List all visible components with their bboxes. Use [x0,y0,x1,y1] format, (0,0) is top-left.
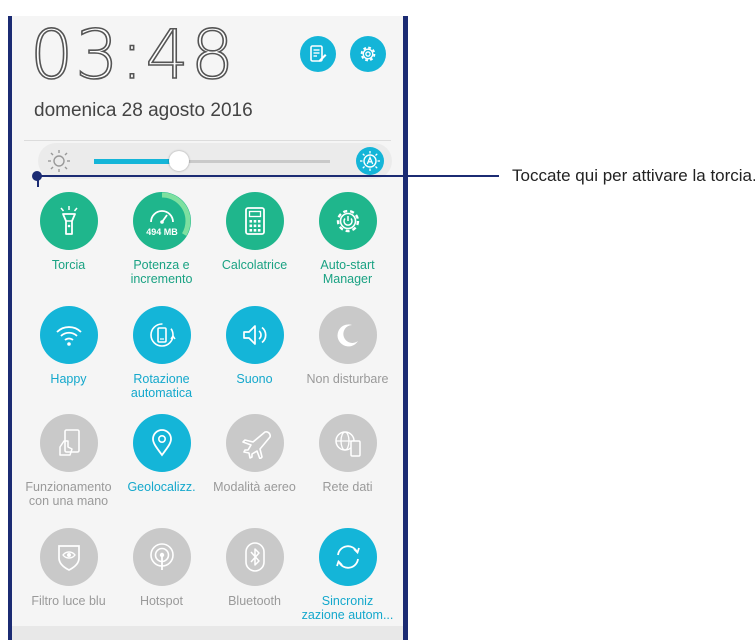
tile-auto-sync-label: Sincroniz zazione autom... [301,594,394,622]
tile-airplane-mode-label: Modalità aereo [213,480,296,494]
moon-icon [337,324,358,347]
callout-text: Toccate qui per attivare la torcia. [512,166,755,185]
sun-icon [48,150,70,172]
tile-one-hand-mode-label: Funzionamento con una mano [25,480,112,508]
one-hand-icon [59,429,80,456]
tile-bluetooth[interactable]: Bluetooth [208,528,301,640]
speed-gauge-icon [133,192,191,250]
settings-button[interactable] [350,36,386,72]
memory-badge: 494 MB [146,227,178,237]
tile-auto-sync[interactable]: Sincroniz zazione autom... [301,528,394,640]
tile-autostart-manager-label: Auto-start Manager [320,258,375,286]
tile-flashlight-label: Torcia [51,258,86,272]
clock-date: domenica 28 agosto 2016 [34,100,253,121]
tile-auto-rotate-label: Rotazione automatica [130,372,193,400]
tile-power-boost[interactable]: 494 MB Potenza e incremento [115,192,208,322]
location-pin-icon [152,429,172,457]
globe-phone-icon [335,431,361,457]
tile-wifi-label: Happy [50,372,87,386]
tile-auto-rotate-button[interactable] [133,306,191,364]
header-divider [24,140,391,141]
tile-mobile-data-label: Rete dati [322,480,373,494]
tile-airplane-mode-button[interactable] [226,414,284,472]
tile-flashlight[interactable]: Torcia [22,192,115,322]
auto-rotate-icon [150,323,176,347]
tile-wifi-button[interactable] [40,306,98,364]
tile-autostart-manager[interactable]: Auto-start Manager [301,192,394,322]
quick-settings-panel: 03:48 domenica 28 agosto 2016 Torcia 494… [8,16,408,640]
notes-edit-icon [310,45,327,62]
tile-blue-light-filter-button[interactable] [40,528,98,586]
tile-hotspot[interactable]: Hotspot [115,528,208,640]
tile-location[interactable]: Geolocalizz. [115,414,208,544]
tile-location-label: Geolocalizz. [127,480,196,494]
tile-autostart-manager-button[interactable] [319,192,377,250]
airplane-icon [242,431,271,459]
notes-button[interactable] [300,36,336,72]
tile-power-boost-button[interactable]: 494 MB [133,192,191,250]
callout-line [37,175,499,177]
wifi-icon [56,326,82,346]
sync-icon [336,545,360,569]
callout-dot [32,171,42,181]
tile-sound-label: Suono [236,372,273,386]
tile-do-not-disturb-button[interactable] [319,306,377,364]
tile-hotspot-button[interactable] [133,528,191,586]
brightness-fill [94,159,179,164]
tile-blue-light-filter-label: Filtro luce blu [31,594,106,608]
tile-hotspot-label: Hotspot [139,594,184,608]
tile-blue-light-filter[interactable]: Filtro luce blu [22,528,115,640]
tile-power-boost-label: Potenza e incremento [130,258,193,286]
eye-shield-icon [58,545,80,571]
tile-sound-button[interactable] [226,306,284,364]
tile-calculator-button[interactable] [226,192,284,250]
tile-flashlight-button[interactable] [40,192,98,250]
clock-time: 03:48 [29,16,236,95]
brightness-thumb[interactable] [168,151,189,171]
auto-brightness-icon [360,151,380,171]
bluetooth-icon [245,542,265,572]
tile-one-hand-mode-button[interactable] [40,414,98,472]
tile-airplane-mode[interactable]: Modalità aereo [208,414,301,544]
gear-power-icon [336,209,360,233]
auto-brightness-button[interactable] [356,147,384,175]
hotspot-icon [150,543,174,570]
gear-icon [360,46,376,62]
tile-do-not-disturb-label: Non disturbare [306,372,389,386]
panel-bottom-edge [12,626,403,640]
tile-calculator-label: Calcolatrice [221,258,288,272]
tile-bluetooth-label: Bluetooth [228,594,281,608]
tile-mobile-data[interactable]: Rete dati [301,414,394,544]
tile-mobile-data-button[interactable] [319,414,377,472]
tile-calculator[interactable]: Calcolatrice [208,192,301,322]
speaker-icon [243,325,267,345]
tile-one-hand-mode[interactable]: Funzionamento con una mano [22,414,115,544]
flashlight-icon [60,206,78,235]
tile-location-button[interactable] [133,414,191,472]
calculator-icon [245,207,265,235]
tile-auto-sync-button[interactable] [319,528,377,586]
tile-bluetooth-button[interactable] [226,528,284,586]
brightness-slider[interactable] [38,143,392,179]
